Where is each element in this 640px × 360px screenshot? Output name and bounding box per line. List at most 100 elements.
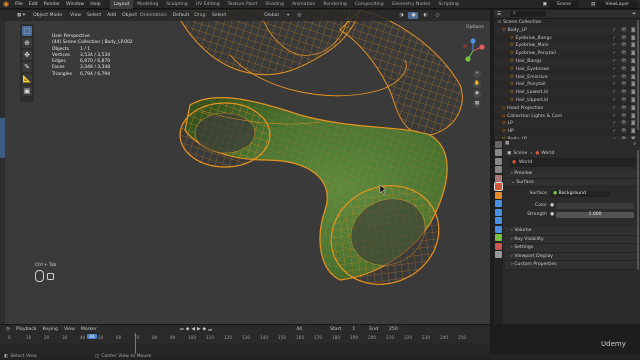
- viewport-menu-add[interactable]: Add: [104, 11, 119, 20]
- snap-icon[interactable]: ⌖: [283, 12, 293, 19]
- tab-layout[interactable]: Layout: [109, 0, 134, 9]
- object-tab-icon[interactable]: [495, 191, 502, 199]
- material-tab-icon[interactable]: [495, 242, 502, 250]
- proportional-edit-icon[interactable]: ◎: [294, 12, 305, 19]
- color-link-icon[interactable]: ●: [550, 203, 554, 208]
- editor-type-button[interactable]: ▦ ▾: [14, 12, 29, 19]
- visibility-icons[interactable]: ✓ 👁 ◙: [612, 27, 637, 35]
- properties-scrollbar[interactable]: [637, 150, 639, 270]
- data-tab-icon[interactable]: [495, 234, 502, 241]
- timeline-menu-view[interactable]: View: [61, 325, 78, 334]
- viewport-menu-object[interactable]: Object: [119, 11, 140, 20]
- physics-tab-icon[interactable]: [495, 217, 502, 224]
- transform-orientation-selector[interactable]: Global: [261, 12, 282, 19]
- playhead[interactable]: [135, 333, 136, 354]
- menu-render[interactable]: Render: [41, 0, 63, 9]
- cursor-tool-icon[interactable]: ⊕: [22, 38, 32, 48]
- scene-selector[interactable]: Scene: [548, 0, 579, 8]
- view-layer-tab-icon[interactable]: [495, 166, 502, 173]
- tab-shading[interactable]: Shading: [261, 0, 288, 9]
- timeline-menu-keying[interactable]: Keying: [40, 325, 61, 334]
- outliner-scrollbar[interactable]: [637, 20, 639, 130]
- properties-editor-icon[interactable]: ▦: [505, 141, 509, 146]
- blender-logo-icon[interactable]: ◉: [0, 0, 12, 8]
- tab-scripting[interactable]: Scripting: [434, 0, 462, 9]
- tab-compositing[interactable]: Compositing: [351, 0, 388, 9]
- select-tool-icon[interactable]: ⬚: [22, 26, 32, 36]
- navigation-gizmo-icon[interactable]: [460, 38, 486, 64]
- visibility-icons[interactable]: ✓ 👁 ◙: [612, 128, 637, 136]
- camera-view-icon[interactable]: ◉: [473, 90, 481, 98]
- visibility-icons[interactable]: ✓ 👁 ◙: [612, 74, 637, 82]
- outliner-item[interactable]: ▽ Hair_Bangs ✓ 👁 ◙: [494, 57, 640, 66]
- outliner-root[interactable]: ▫ Scene Collection: [494, 19, 640, 27]
- shading-solid-icon[interactable]: ●: [408, 12, 419, 19]
- menu-file[interactable]: File: [12, 0, 26, 9]
- outliner-item[interactable]: ▽ Eyebrow_Ponytail ✓ 👁 ◙: [494, 50, 640, 58]
- shading-material-icon[interactable]: ◐: [420, 12, 431, 19]
- outliner-item[interactable]: ▽ Hair_Ponytail ✓ 👁 ◙: [494, 81, 640, 89]
- visibility-icons[interactable]: ✓ 👁 ◙: [612, 97, 637, 105]
- visibility-icons[interactable]: ✓ 👁 ◙: [612, 105, 637, 113]
- outliner-item[interactable]: ▽ Hair_Emissive ✓ 👁 ◙: [494, 73, 640, 82]
- surface-panel[interactable]: ⌄ Surface: [505, 178, 640, 187]
- output-tab-icon[interactable]: [495, 157, 502, 165]
- outliner-item[interactable]: ▽Body_LP ✓ 👁 ◙: [494, 26, 640, 35]
- tab-sculpting[interactable]: Sculpting: [162, 0, 191, 9]
- keyframe-jump-end-icon[interactable]: ⏭: [208, 327, 212, 333]
- visibility-icons[interactable]: ✓ 👁 ◙: [612, 42, 637, 50]
- particles-tab-icon[interactable]: [495, 208, 502, 216]
- frame-ruler[interactable]: 0 10 20 30 40 44 50 60 70 80 90 100 110 120 130 140 150 1…: [0, 334, 490, 343]
- panel-settings[interactable]: › Settings: [505, 244, 640, 253]
- move-tool-icon[interactable]: ✥: [22, 50, 32, 60]
- current-frame-field[interactable]: 44: [288, 326, 311, 333]
- overlay-toggle-icon[interactable]: ◑: [396, 12, 407, 19]
- outliner-item[interactable]: ▽ Hair_Eyebrows ✓ 👁 ◙: [494, 66, 640, 74]
- options-button[interactable]: Options: [466, 25, 484, 30]
- outliner-search-icon[interactable]: ⌕: [510, 11, 546, 17]
- timeline-menu-marker[interactable]: Marker: [78, 325, 100, 334]
- tab-animation[interactable]: Animation: [288, 0, 319, 9]
- visibility-icons[interactable]: ✓ 👁 ◙: [612, 35, 637, 43]
- tab-geometry-nodes[interactable]: Geometry Nodes: [388, 0, 435, 9]
- outliner-item[interactable]: ▫ Head Projection ✓ 👁 ◙: [494, 104, 640, 113]
- orientation-selector[interactable]: Default: [169, 12, 193, 19]
- outliner-item[interactable]: ▽ Eyebrow_Main ✓ 👁 ◙: [494, 42, 640, 51]
- add-cube-tool-icon[interactable]: ▣: [22, 86, 32, 96]
- visibility-icons[interactable]: ✓ 👁 ◙: [612, 50, 637, 58]
- visibility-icons[interactable]: ✓ 👁 ◙: [612, 66, 637, 74]
- menu-window[interactable]: Window: [63, 0, 87, 9]
- modifier-tab-icon[interactable]: [495, 200, 502, 207]
- filter-icon[interactable]: ⏷: [632, 11, 640, 17]
- menu-edit[interactable]: Edit: [26, 0, 41, 9]
- properties-search-icon[interactable]: ⌕: [633, 141, 636, 147]
- outliner-item[interactable]: ▽ Eyebrow_Bangs ✓ 👁 ◙: [494, 35, 640, 43]
- visibility-icons[interactable]: ✓ 👁 ◙: [612, 120, 637, 128]
- pan-hand-icon[interactable]: ✋: [473, 80, 481, 88]
- zoom-icon[interactable]: +: [473, 70, 481, 78]
- outliner-item[interactable]: ▽ LP ✓ 👁 ◙: [494, 120, 640, 129]
- prev-keyframe-icon[interactable]: ◆: [186, 327, 190, 332]
- tab-texture-paint[interactable]: Texture Paint: [224, 0, 262, 9]
- preview-panel[interactable]: › Preview: [505, 170, 640, 179]
- world-datablock[interactable]: ● World: [509, 158, 636, 167]
- visibility-icons[interactable]: ✓ 👁 ◙: [612, 89, 637, 97]
- shading-render-icon[interactable]: ○: [432, 12, 443, 19]
- view-layer-selector[interactable]: ViewLayer: [597, 0, 637, 8]
- measure-tool-icon[interactable]: 📐: [22, 74, 32, 84]
- outliner-item[interactable]: ▽ HP ✓ 👁 ◙: [494, 128, 640, 136]
- world-tab-icon[interactable]: [494, 182, 503, 191]
- drag-selector[interactable]: Select: [209, 12, 230, 19]
- timeline-track-area[interactable]: [0, 343, 490, 354]
- render-tab-icon[interactable]: [495, 149, 502, 156]
- constraints-tab-icon[interactable]: [495, 225, 502, 233]
- panel-volume[interactable]: › Volume: [505, 227, 640, 236]
- side-panel-tabs[interactable]: [0, 118, 5, 158]
- strength-link-icon[interactable]: ●: [550, 212, 554, 217]
- keyframe-jump-start-icon[interactable]: ⏮: [180, 327, 184, 333]
- timeline-menu-playback[interactable]: Playback: [13, 325, 40, 334]
- timeline-editor-icon[interactable]: ◷: [6, 327, 10, 332]
- visibility-icons[interactable]: ✓ 👁 ◙: [612, 113, 637, 121]
- outliner-item[interactable]: ▽ Hair_UpperLid ✓ 👁 ◙: [494, 97, 640, 105]
- visibility-icons[interactable]: ✓ 👁 ◙: [612, 58, 637, 66]
